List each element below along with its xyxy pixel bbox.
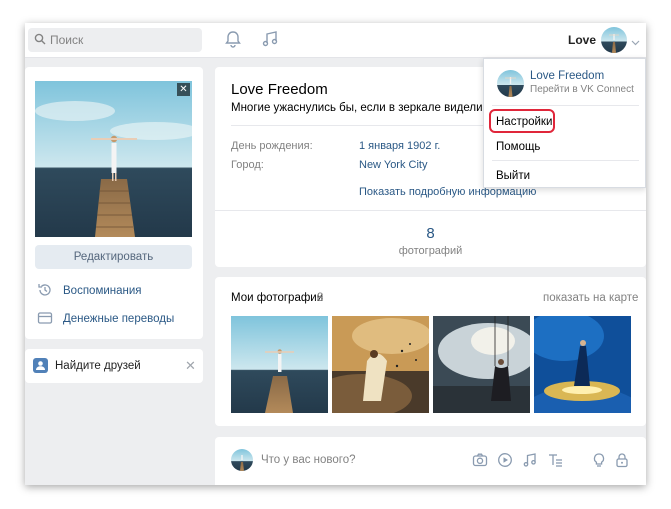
top-bar: Поиск Love [25, 23, 646, 58]
search-icon [34, 33, 46, 48]
my-photos-card: Мои фотографии 8 показать на карте [215, 277, 646, 426]
avatar[interactable] [601, 27, 627, 53]
settings-highlight [489, 109, 555, 133]
bell-icon[interactable] [224, 30, 242, 51]
dropdown-profile-name[interactable]: Love Freedom [530, 70, 604, 82]
profile-photo[interactable]: ✕ [35, 81, 192, 237]
profile-photo-card: ✕ Редактировать Воспоминания Денежные пе… [25, 67, 203, 339]
text-icon[interactable] [547, 452, 563, 471]
divider [492, 160, 639, 161]
sidebar-item-money-transfers[interactable]: Денежные переводы [37, 309, 174, 329]
vk-window: Поиск Love ✕ Редактировать Воспоминания … [25, 23, 646, 485]
divider [492, 105, 639, 106]
new-post-composer: Что у вас нового? [215, 437, 646, 485]
profile-status[interactable]: Многие ужаснулись бы, если в зеркале вид… [231, 102, 491, 114]
close-icon[interactable]: ✕ [177, 83, 190, 96]
divider [215, 210, 646, 211]
chevron-down-icon[interactable] [631, 35, 640, 49]
vk-connect-link[interactable]: Перейти в VK Connect [530, 84, 634, 95]
photo-thumbnail[interactable] [231, 316, 328, 413]
city-label: Город: [231, 159, 264, 171]
city-value[interactable]: New York City [359, 159, 427, 171]
page-title: Love Freedom [231, 81, 328, 98]
camera-icon[interactable] [472, 452, 488, 471]
edit-profile-button[interactable]: Редактировать [35, 245, 192, 269]
photo-thumbnail[interactable] [534, 316, 631, 413]
photos-title[interactable]: Мои фотографии [231, 292, 323, 304]
add-friend-icon [33, 358, 48, 373]
menu-item-help[interactable]: Помощь [496, 141, 540, 153]
music-icon[interactable] [522, 452, 538, 471]
photos-count: 8 [317, 292, 324, 304]
show-on-map-link[interactable]: показать на карте [543, 292, 638, 304]
memories-icon [37, 282, 53, 301]
avatar [231, 449, 253, 471]
birthday-label: День рождения: [231, 140, 313, 152]
sidebar-item-label: Денежные переводы [63, 313, 175, 325]
sidebar-item-memories[interactable]: Воспоминания [37, 281, 142, 301]
photo-thumbnail[interactable] [332, 316, 429, 413]
bulb-icon[interactable] [591, 452, 607, 471]
search-input[interactable]: Поиск [28, 28, 202, 52]
close-icon[interactable]: ✕ [185, 358, 196, 374]
photo-thumbnail[interactable] [433, 316, 530, 413]
video-icon[interactable] [497, 452, 513, 471]
search-placeholder: Поиск [50, 33, 84, 47]
menu-item-logout[interactable]: Выйти [496, 170, 530, 182]
profile-dropdown-menu: Love Freedom Перейти в VK Connect Настро… [483, 58, 646, 188]
birthday-value[interactable]: 1 января 1902 г. [359, 140, 440, 152]
top-username[interactable]: Love [568, 33, 596, 47]
sidebar-item-label: Воспоминания [63, 285, 142, 297]
find-friends-card[interactable]: Найдите друзей ✕ [25, 349, 203, 383]
photos-counter-label[interactable]: фотографий [215, 245, 646, 257]
lock-icon[interactable] [614, 452, 630, 471]
new-post-input[interactable]: Что у вас нового? [261, 454, 356, 466]
photos-counter-number[interactable]: 8 [215, 225, 646, 242]
avatar[interactable] [497, 70, 524, 97]
money-transfer-icon [37, 310, 53, 329]
music-icon[interactable] [261, 30, 279, 51]
find-friends-label: Найдите друзей [55, 360, 141, 372]
